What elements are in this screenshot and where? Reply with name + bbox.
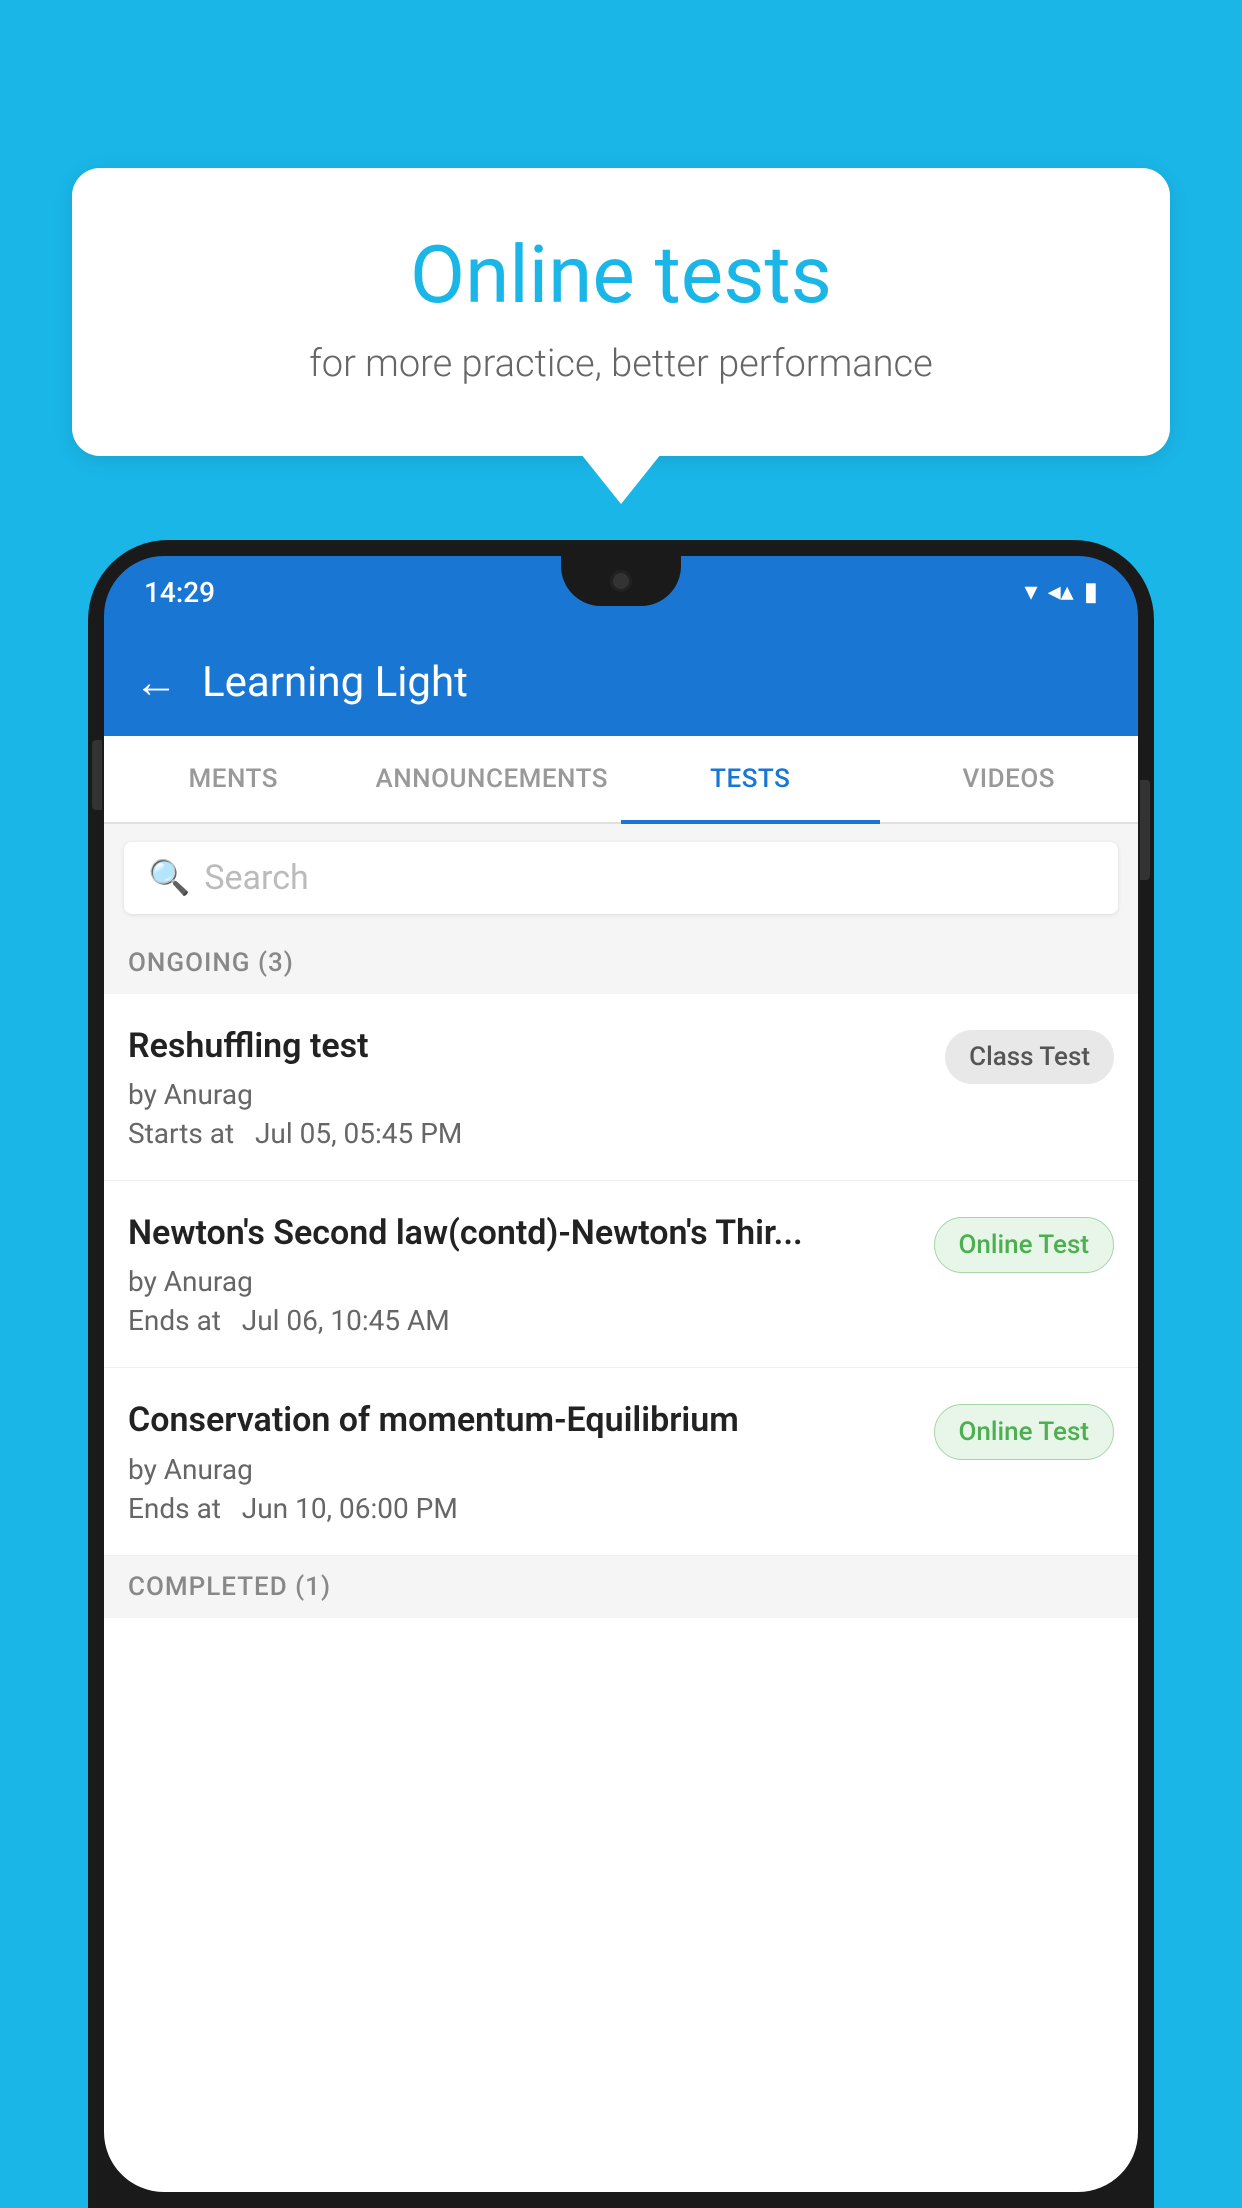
bubble-subtitle: for more practice, better performance — [112, 342, 1130, 386]
test-badge-online: Online Test — [934, 1217, 1115, 1273]
test-by: by Anurag — [128, 1265, 918, 1298]
tabs-bar: MENTS ANNOUNCEMENTS TESTS VIDEOS — [104, 736, 1138, 824]
ongoing-section-label: ONGOING (3) — [104, 932, 1138, 994]
phone-notch — [561, 556, 681, 606]
signal-icon: ◂▴ — [1048, 577, 1074, 607]
test-item[interactable]: Reshuffling test by Anurag Starts at Jul… — [104, 994, 1138, 1181]
search-container: 🔍 Search — [104, 824, 1138, 932]
search-bar[interactable]: 🔍 Search — [124, 842, 1118, 914]
bubble-title: Online tests — [112, 228, 1130, 322]
side-button-left — [92, 740, 102, 810]
back-button[interactable]: ← — [134, 656, 178, 708]
test-name: Newton's Second law(contd)-Newton's Thir… — [128, 1211, 918, 1255]
speech-bubble: Online tests for more practice, better p… — [72, 168, 1170, 456]
test-time: Starts at Jul 05, 05:45 PM — [128, 1117, 929, 1150]
tab-ments[interactable]: MENTS — [104, 736, 363, 822]
search-input[interactable]: Search — [204, 858, 308, 898]
test-list: Reshuffling test by Anurag Starts at Jul… — [104, 994, 1138, 1556]
test-time: Ends at Jul 06, 10:45 AM — [128, 1304, 918, 1337]
test-item[interactable]: Newton's Second law(contd)-Newton's Thir… — [104, 1181, 1138, 1368]
search-icon: 🔍 — [148, 858, 190, 898]
battery-icon: ▮ — [1084, 577, 1098, 607]
app-header: ← Learning Light — [104, 628, 1138, 736]
test-badge-class: Class Test — [945, 1030, 1114, 1084]
test-name: Reshuffling test — [128, 1024, 929, 1068]
tab-videos[interactable]: VIDEOS — [880, 736, 1139, 822]
camera — [610, 570, 632, 592]
test-info: Newton's Second law(contd)-Newton's Thir… — [128, 1211, 918, 1337]
test-badge-online: Online Test — [934, 1404, 1115, 1460]
test-item[interactable]: Conservation of momentum-Equilibrium by … — [104, 1368, 1138, 1555]
test-by: by Anurag — [128, 1078, 929, 1111]
status-time: 14:29 — [144, 576, 215, 609]
phone-device: 14:29 ▾ ◂▴ ▮ ← Learning Light MENTS ANNO… — [88, 540, 1154, 2208]
test-name: Conservation of momentum-Equilibrium — [128, 1398, 918, 1442]
tab-tests[interactable]: TESTS — [621, 736, 880, 822]
tab-announcements[interactable]: ANNOUNCEMENTS — [363, 736, 622, 822]
status-icons: ▾ ◂▴ ▮ — [1025, 577, 1098, 607]
phone-screen: ← Learning Light MENTS ANNOUNCEMENTS TES… — [104, 628, 1138, 2192]
side-button-right — [1140, 780, 1150, 880]
wifi-icon: ▾ — [1025, 577, 1038, 607]
test-info: Reshuffling test by Anurag Starts at Jul… — [128, 1024, 929, 1150]
test-info: Conservation of momentum-Equilibrium by … — [128, 1398, 918, 1524]
app-title: Learning Light — [202, 658, 468, 707]
completed-section-label: COMPLETED (1) — [104, 1556, 1138, 1618]
test-by: by Anurag — [128, 1453, 918, 1486]
test-time: Ends at Jun 10, 06:00 PM — [128, 1492, 918, 1525]
status-bar: 14:29 ▾ ◂▴ ▮ — [104, 556, 1138, 628]
